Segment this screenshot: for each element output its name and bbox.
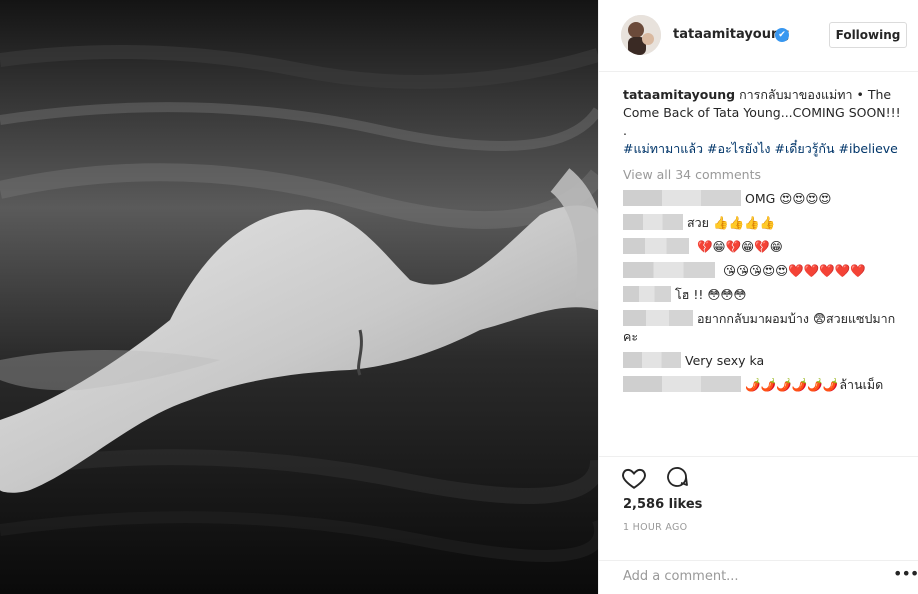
more-dots-icon[interactable]: ••• [893,564,918,583]
comment-emoji: 👍👍👍👍 [712,215,776,230]
comment: Very sexy ka [623,352,903,370]
verified-badge-icon: ✔ [775,28,789,42]
add-comment-input[interactable]: Add a comment... [623,569,863,584]
comment-emoji: 😍😍😍😍 [779,191,832,206]
comment-text: OMG [745,191,776,206]
blurred-username [623,286,671,302]
blurred-username [623,214,683,230]
comment-text: ล้านเม็ด [839,377,884,392]
hashtag-link[interactable]: #ibelieve [839,141,898,156]
comment: 😘😘😘😍😍❤️❤️❤️❤️❤️ [623,262,903,280]
add-comment-bar: Add a comment... ••• [599,560,918,594]
comment: 🌶️🌶️🌶️🌶️🌶️🌶️ล้านเม็ด [623,376,903,394]
post-timestamp[interactable]: 1 HOUR AGO [623,522,687,533]
caption-dot: . [623,123,627,138]
comment-text: โฮ !! [675,287,704,302]
avatar-image [621,15,661,55]
likes-count[interactable]: 2,586 likes [623,497,702,512]
heart-icon[interactable] [621,465,647,491]
post-actions: 2,586 likes 1 HOUR AGO [599,456,918,560]
blurred-username [623,190,741,206]
blurred-username [623,238,689,254]
post-username[interactable]: tataamitayoung [673,27,790,42]
caption-username[interactable]: tataamitayoung [623,87,735,102]
comment-text: Very sexy ka [685,353,765,368]
comment-bubble-icon[interactable] [665,465,689,489]
post-detail-panel: tataamitayoung ✔ Following tataamitayoun… [598,0,918,594]
blurred-username [623,310,693,326]
comment: OMG 😍😍😍😍 [623,190,903,208]
comment-text: สวย [687,215,709,230]
comment: โฮ !! 😳😳😳 [623,286,903,304]
comment: 💔😁💔😁💔😁 [623,238,903,256]
post-photo-image [0,0,598,594]
comment-emoji: 🌶️🌶️🌶️🌶️🌶️🌶️ [745,377,839,392]
blurred-username [623,352,681,368]
blurred-username [623,376,741,392]
hashtag-link[interactable]: #อะไรยังไง [707,141,771,156]
comment-emoji: 😳😳😳 [707,287,747,302]
hashtags: #แม่ทามาแล้ว #อะไรยังไง #เดี๋ยวรู้กัน #i… [623,140,903,158]
avatar[interactable] [621,15,661,55]
hashtag-link[interactable]: #เดี๋ยวรู้กัน [775,141,835,156]
comments-list[interactable]: tataamitayoung การกลับมาของแม่ทา • The C… [623,86,903,456]
following-button[interactable]: Following [829,22,907,48]
comment-emoji: 😘😘😘😍😍❤️❤️❤️❤️❤️ [722,263,866,278]
hashtag-link[interactable]: #แม่ทามาแล้ว [623,141,703,156]
post-photo[interactable] [0,0,598,594]
comment: อยากกลับมาผอมบ้าง 😨สวยแซปมากคะ [623,310,903,346]
caption: tataamitayoung การกลับมาของแม่ทา • The C… [623,86,903,122]
blurred-username [623,262,715,278]
comment-emoji: 💔😁💔😁💔😁 [696,239,783,254]
post-header: tataamitayoung ✔ Following [599,0,918,72]
comment: สวย 👍👍👍👍 [623,214,903,232]
view-all-comments-link[interactable]: View all 34 comments [623,166,903,184]
